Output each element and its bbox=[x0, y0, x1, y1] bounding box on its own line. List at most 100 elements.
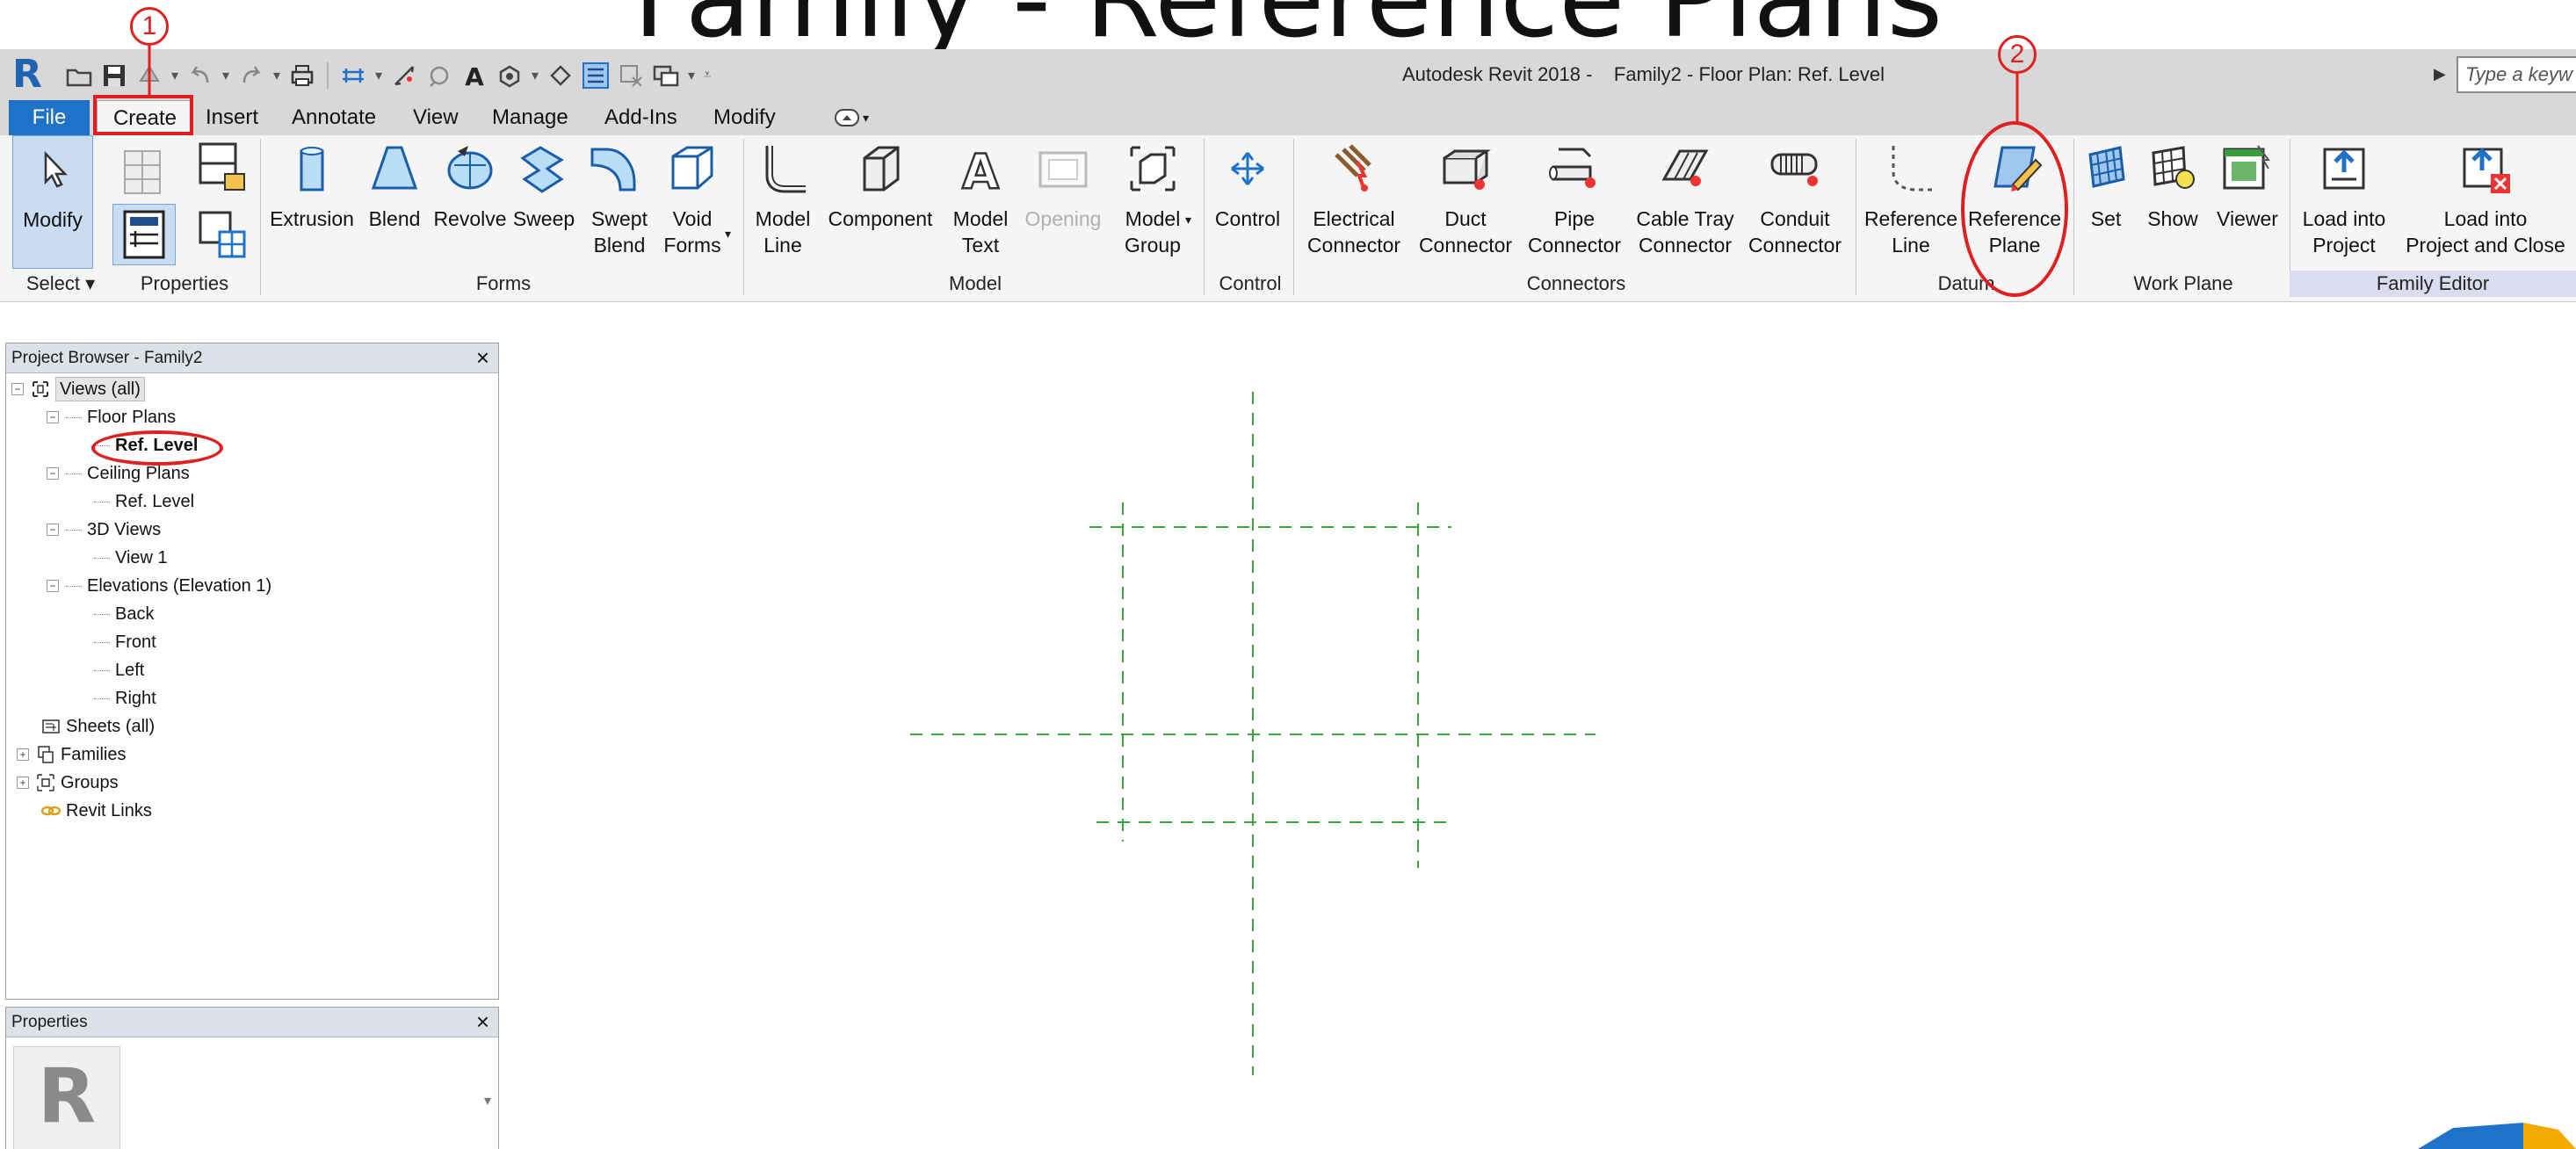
switch-windows-icon[interactable] bbox=[650, 60, 682, 91]
tab-annotate[interactable]: Annotate bbox=[292, 100, 376, 135]
section-icon[interactable] bbox=[545, 60, 576, 91]
void-forms-button[interactable]: Void Forms ▾ bbox=[650, 135, 734, 269]
collapse-toggle-icon[interactable]: − bbox=[47, 467, 59, 480]
close-icon[interactable]: × bbox=[476, 343, 489, 372]
model-group-button[interactable]: Model Group ▾ bbox=[1112, 135, 1193, 269]
text-icon[interactable]: A bbox=[459, 60, 490, 91]
tree-node-revit-links[interactable]: Revit Links bbox=[40, 797, 152, 825]
sweep-button[interactable]: Sweep bbox=[511, 135, 576, 269]
tree-label: Left bbox=[115, 661, 145, 680]
dropdown-caret-icon: ▾ bbox=[724, 227, 731, 241]
toolbar-separator bbox=[327, 62, 329, 89]
tree-node-sheets[interactable]: Sheets (all) bbox=[41, 712, 155, 741]
aligned-dimension-icon[interactable] bbox=[388, 60, 420, 91]
tab-file[interactable]: File bbox=[9, 100, 90, 135]
tree-node-views-all[interactable]: − Views (all) bbox=[11, 375, 145, 403]
control-label: Control bbox=[1214, 207, 1281, 230]
tag-icon[interactable] bbox=[423, 60, 455, 91]
dropdown-caret-icon[interactable]: ▾ bbox=[271, 67, 283, 84]
minimize-ribbon-icon[interactable]: ▾ bbox=[835, 105, 887, 130]
save-icon[interactable] bbox=[98, 60, 130, 91]
type-properties-button[interactable] bbox=[186, 204, 257, 265]
extrusion-button[interactable]: Extrusion bbox=[264, 135, 360, 269]
tree-node-front[interactable]: Front bbox=[94, 628, 156, 656]
model-line-button[interactable]: Model Line bbox=[747, 135, 819, 269]
load-into-project-and-close-button[interactable]: Load into Project and Close bbox=[2395, 135, 2576, 269]
viewer-icon bbox=[2219, 141, 2276, 197]
type-properties-icon bbox=[193, 206, 250, 262]
type-selector[interactable]: R bbox=[13, 1046, 120, 1149]
panel-title-control: Control bbox=[1219, 272, 1282, 294]
tab-modify[interactable]: Modify bbox=[713, 100, 776, 135]
dropdown-caret-icon[interactable]: ▾ bbox=[220, 67, 232, 84]
type-dropdown-icon[interactable]: ▾ bbox=[484, 1092, 491, 1109]
modify-button[interactable]: Modify bbox=[12, 135, 93, 269]
close-icon[interactable]: × bbox=[476, 1008, 489, 1036]
pipe-connector-button[interactable]: Pipe Connector bbox=[1520, 135, 1629, 269]
revolve-button[interactable]: Revolve bbox=[429, 135, 511, 269]
tab-insert[interactable]: Insert bbox=[206, 100, 258, 135]
drawing-canvas[interactable] bbox=[503, 302, 2576, 1149]
tree-connector bbox=[66, 585, 82, 587]
revit-logo-icon[interactable]: R bbox=[12, 54, 49, 96]
expand-arrow-icon[interactable]: ▶ bbox=[2434, 65, 2446, 83]
open-icon[interactable] bbox=[63, 60, 95, 91]
undo-icon[interactable] bbox=[185, 60, 216, 91]
measure-icon[interactable] bbox=[337, 60, 369, 91]
viewer-button[interactable]: Viewer bbox=[2211, 135, 2284, 269]
reference-line-button[interactable]: Reference Line bbox=[1859, 135, 1963, 269]
collapse-toggle-icon[interactable]: − bbox=[11, 383, 24, 395]
cable-tray-connector-button[interactable]: Cable Tray Connector bbox=[1629, 135, 1741, 269]
family-category-button[interactable] bbox=[186, 135, 257, 197]
set-work-plane-button[interactable]: Set bbox=[2077, 135, 2135, 269]
customize-qat-icon[interactable]: ⩡ bbox=[701, 68, 713, 83]
tree-node-groups[interactable]: + Groups bbox=[17, 769, 119, 797]
dropdown-caret-icon[interactable]: ▾ bbox=[529, 67, 541, 84]
dropdown-caret-icon[interactable]: ▾ bbox=[373, 67, 385, 84]
conduit-connector-button[interactable]: Conduit Connector bbox=[1741, 135, 1849, 269]
tree-node-right[interactable]: Right bbox=[94, 684, 156, 712]
blend-button[interactable]: Blend bbox=[360, 135, 429, 269]
dropdown-caret-icon[interactable]: ▾ bbox=[169, 67, 181, 84]
tree-node-view-1[interactable]: View 1 bbox=[94, 544, 168, 572]
tab-view[interactable]: View bbox=[413, 100, 459, 135]
thin-lines-icon[interactable] bbox=[580, 60, 611, 91]
tree-node-elevations[interactable]: − Elevations (Elevation 1) bbox=[47, 572, 271, 600]
collapse-toggle-icon[interactable]: − bbox=[47, 524, 59, 536]
family-category-icon bbox=[193, 139, 250, 195]
duct-connector-button[interactable]: Duct Connector bbox=[1411, 135, 1520, 269]
family-types-button[interactable] bbox=[109, 135, 179, 197]
tab-add-ins[interactable]: Add-Ins bbox=[604, 100, 677, 135]
tree-node-floor-plans[interactable]: − Floor Plans bbox=[47, 403, 176, 431]
tree-label: Floor Plans bbox=[87, 408, 177, 427]
model-group-icon bbox=[1125, 141, 1181, 197]
search-input[interactable]: Type a keyw bbox=[2457, 56, 2576, 93]
tree-node-families[interactable]: + Families bbox=[17, 741, 126, 769]
tab-manage[interactable]: Manage bbox=[492, 100, 568, 135]
tree-label: Front bbox=[115, 632, 156, 652]
tree-label: Ref. Level bbox=[115, 492, 195, 511]
tree-node-3d-views[interactable]: − 3D Views bbox=[47, 516, 161, 544]
dropdown-caret-icon[interactable]: ▾ bbox=[685, 67, 698, 84]
swept-blend-button[interactable]: Swept Blend bbox=[576, 135, 650, 269]
collapse-toggle-icon[interactable]: − bbox=[47, 411, 59, 423]
component-button[interactable]: Component bbox=[819, 135, 942, 269]
sync-icon[interactable] bbox=[134, 60, 165, 91]
tree-node-ceiling-plan-ref-level[interactable]: Ref. Level bbox=[94, 488, 194, 516]
close-hidden-icon[interactable] bbox=[615, 60, 647, 91]
model-text-button[interactable]: A Model Text bbox=[942, 135, 1019, 269]
control-button[interactable]: Control bbox=[1207, 135, 1288, 269]
collapse-toggle-icon[interactable]: − bbox=[47, 580, 59, 592]
tree-node-back[interactable]: Back bbox=[94, 600, 154, 628]
panel-title-select[interactable]: Select ▾ bbox=[12, 271, 109, 297]
electrical-connector-button[interactable]: Electrical Connector bbox=[1297, 135, 1411, 269]
tree-node-left[interactable]: Left bbox=[94, 656, 144, 684]
redo-icon[interactable] bbox=[235, 60, 267, 91]
3d-view-icon[interactable] bbox=[494, 60, 525, 91]
expand-toggle-icon[interactable]: + bbox=[17, 777, 29, 789]
properties-button[interactable] bbox=[112, 204, 176, 265]
expand-toggle-icon[interactable]: + bbox=[17, 748, 29, 761]
print-icon[interactable] bbox=[286, 60, 318, 91]
show-work-plane-button[interactable]: Show bbox=[2135, 135, 2211, 269]
load-into-project-button[interactable]: Load into Project bbox=[2293, 135, 2395, 269]
